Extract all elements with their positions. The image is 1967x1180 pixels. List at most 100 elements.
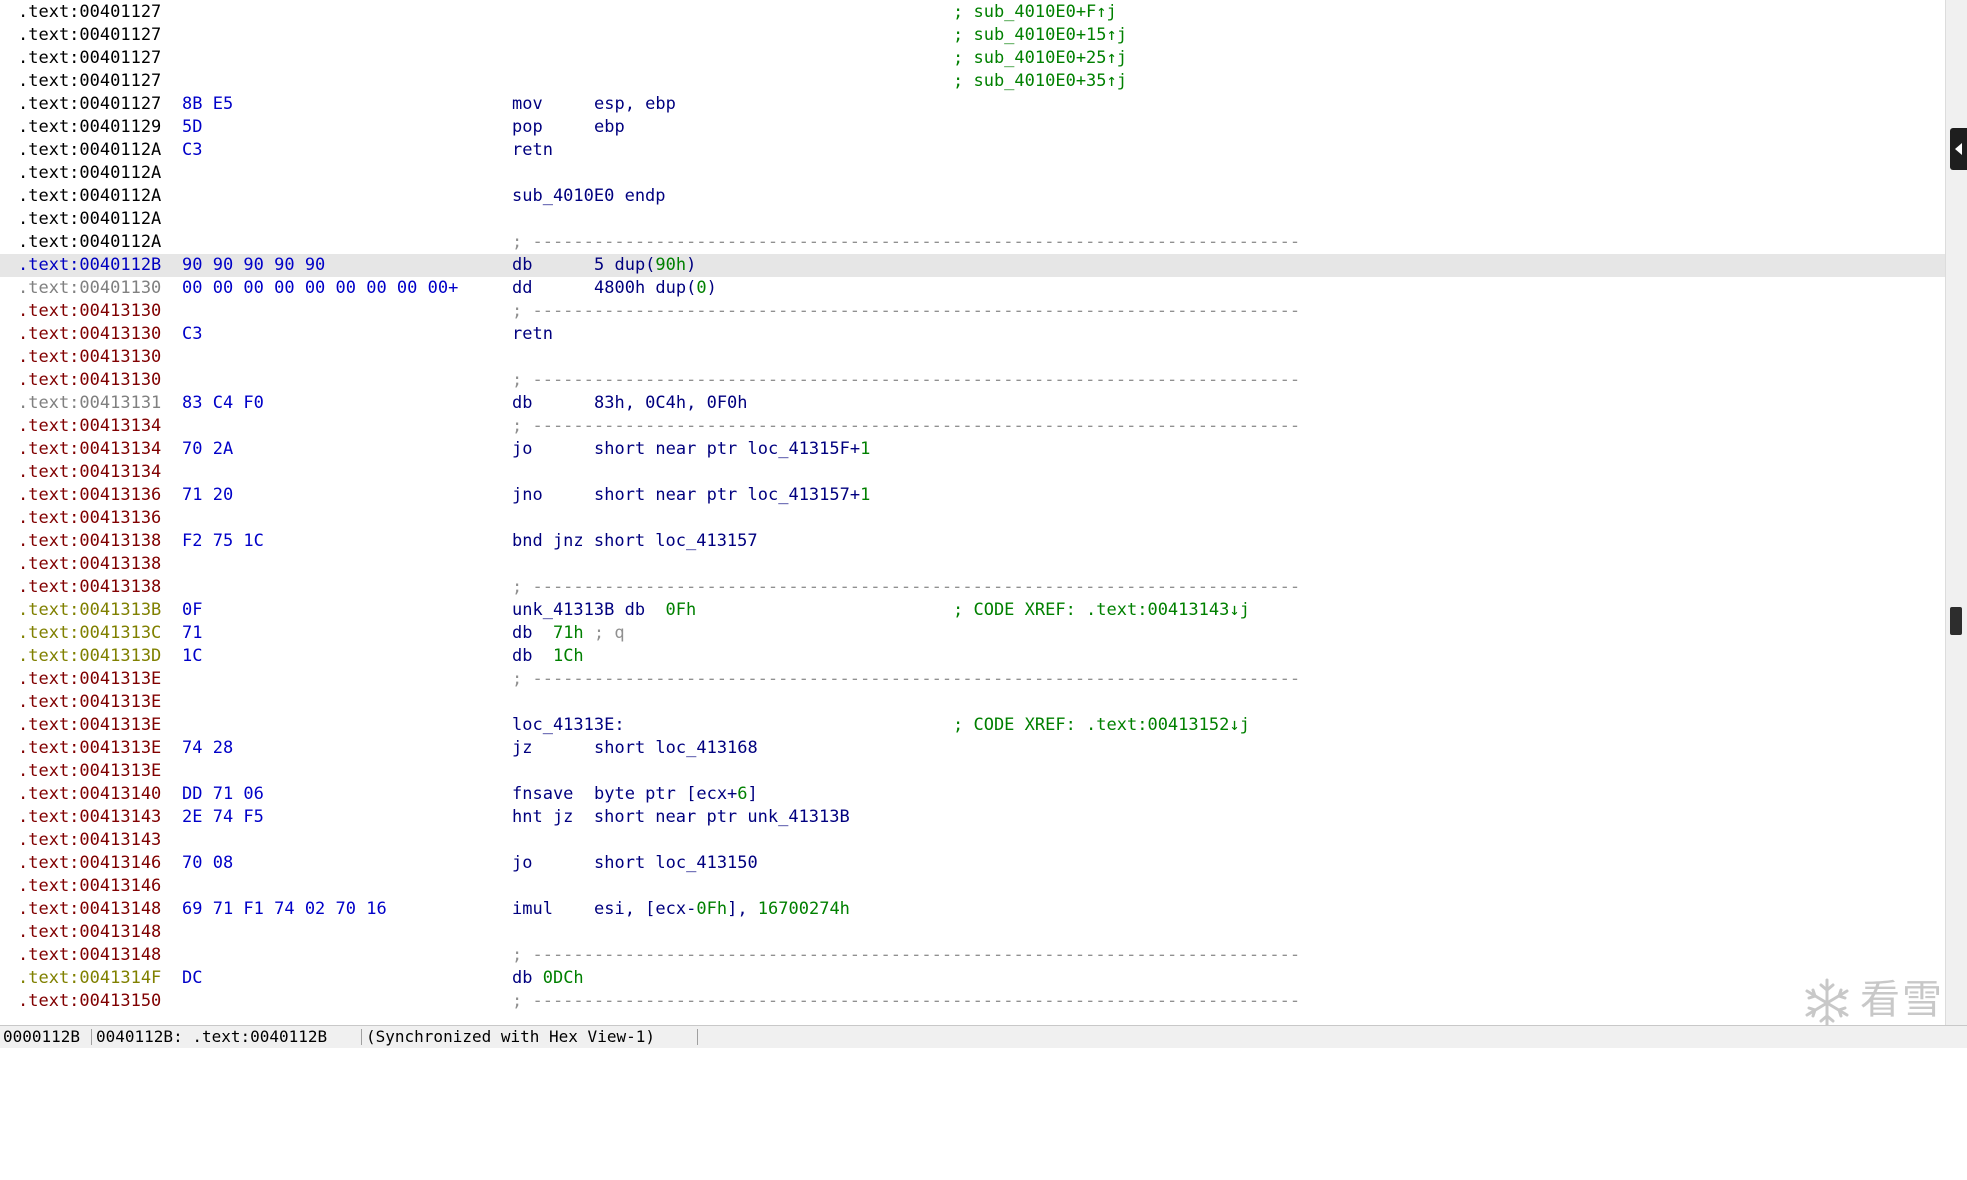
scrollbar-thumb[interactable] <box>1950 607 1962 635</box>
listing-line[interactable]: .text:0041314F DC db 0DCh <box>0 967 1945 990</box>
separator-comment: ; --------------------------------------… <box>512 370 1301 390</box>
xref-comment: ; sub_4010E0+F↑j <box>953 2 1117 22</box>
instruction: db 1Ch <box>512 645 584 668</box>
listing-line[interactable]: .text:00413148 <box>0 921 1945 944</box>
collapse-panel-icon[interactable] <box>1950 128 1967 170</box>
xref-comment: ; sub_4010E0+15↑j <box>953 25 1127 45</box>
line-address: .text:0040112A <box>18 163 162 183</box>
listing-line[interactable]: .text:00413131 83 C4 F0 db 83h, 0C4h, 0F0h <box>0 392 1945 415</box>
line-address: .text:0040112A <box>18 209 162 229</box>
mnemonic: imul <box>512 899 553 919</box>
line-address: .text:00413136 <box>18 508 162 528</box>
instruction: db 83h, 0C4h, 0F0h <box>512 392 748 415</box>
status-offset: 0000112B <box>3 1027 81 1046</box>
listing-line[interactable]: .text:00413143 <box>0 829 1945 852</box>
listing-line[interactable]: .text:00413130 <box>0 346 1945 369</box>
listing-line[interactable]: .text:00413148 ; ------------------------… <box>0 944 1945 967</box>
listing-line[interactable]: .text:00413136 71 20 jno short near ptr loc… <box>0 484 1945 507</box>
listing-line[interactable]: .text:0041313E ; ------------------------… <box>0 668 1945 691</box>
listing-line[interactable]: .text:00401130 00 00 00 00 00 00 00 00 00… <box>0 277 1945 300</box>
line-address: .text:00413131 <box>18 393 162 413</box>
instruction: jno short near ptr loc_413157+1 <box>512 484 870 507</box>
listing-line[interactable]: .text:00413136 <box>0 507 1945 530</box>
line-address: .text:00413130 <box>18 370 162 390</box>
instruction-text: loc_41313E: <box>512 715 625 735</box>
instruction: jo short near ptr loc_41315F+1 <box>512 438 870 461</box>
line-address: .text:00413130 <box>18 324 162 344</box>
listing-line[interactable]: .text:00413130 ; ------------------------… <box>0 300 1945 323</box>
listing-line[interactable]: .text:00413146 70 08 jo short loc_413150 <box>0 852 1945 875</box>
listing-line[interactable]: .text:0041313B 0F unk_41313B db 0Fh ; CODE … <box>0 599 1945 622</box>
listing-line[interactable]: .text:00413146 <box>0 875 1945 898</box>
listing-line[interactable]: .text:00413138 ; ------------------------… <box>0 576 1945 599</box>
listing-line[interactable]: .text:0041313E 74 28 jz short loc_413168 <box>0 737 1945 760</box>
listing-line[interactable]: .text:00401127 ; sub_4010E0+25↑j <box>0 47 1945 70</box>
listing-line[interactable]: .text:0040112A <box>0 208 1945 231</box>
mnemonic: db <box>512 255 533 275</box>
listing-line[interactable]: .text:00413134 ; ------------------------… <box>0 415 1945 438</box>
instruction: fnsave byte ptr [ecx+6] <box>512 783 758 806</box>
mnemonic: jo <box>512 439 533 459</box>
operands: short near ptr loc_41315F+ <box>594 439 861 459</box>
instruction: mov esp, ebp <box>512 93 676 116</box>
listing-line[interactable]: .text:00413138 <box>0 553 1945 576</box>
numeric-operand: 0Fh <box>665 600 697 620</box>
instruction: bnd jnz short loc_413157 <box>512 530 758 553</box>
listing-line[interactable]: .text:0041313E <box>0 760 1945 783</box>
numeric-operand: 1Ch <box>552 646 584 666</box>
line-address: .text:00413134 <box>18 462 162 482</box>
listing-line[interactable]: .text:0040112B 90 90 90 90 90 db 5 dup(90h) <box>0 254 1945 277</box>
listing-line[interactable]: .text:00413134 70 2A jo short near ptr loc_… <box>0 438 1945 461</box>
numeric-operand: 0 <box>696 278 707 298</box>
instruction: jz short loc_413168 <box>512 737 758 760</box>
listing-line[interactable]: .text:00401129 5D pop ebp <box>0 116 1945 139</box>
listing-line[interactable]: .text:0040112A C3 retn <box>0 139 1945 162</box>
snowflake-logo-icon <box>1805 978 1849 1028</box>
listing-line[interactable]: .text:00413138 F2 75 1C bnd jnz short loc_… <box>0 530 1945 553</box>
separator-comment: ; --------------------------------------… <box>512 301 1301 321</box>
operands: 4800h dup( <box>594 278 697 298</box>
instruction: retn <box>512 139 553 162</box>
line-address: .text:00401130 <box>18 278 162 298</box>
listing-line[interactable]: .text:0040112A <box>0 162 1945 185</box>
xref-comment: ; CODE XREF: .text:00413152↓j <box>953 715 1250 735</box>
opcode-bytes: 74 28 <box>182 738 234 758</box>
line-address: .text:00413146 <box>18 876 162 896</box>
line-address: .text:00413140 <box>18 784 162 804</box>
instruction: unk_41313B db 0Fh <box>512 599 696 622</box>
listing-line[interactable]: .text:00413140 DD 71 06 fnsave byte ptr [ec… <box>0 783 1945 806</box>
operands: short loc_413150 <box>594 853 758 873</box>
listing-line[interactable]: .text:00413150 ; ------------------------… <box>0 990 1945 1013</box>
listing-line[interactable]: .text:0041313C 71 db 71h ; q <box>0 622 1945 645</box>
listing-line[interactable]: .text:00401127 ; sub_4010E0+15↑j <box>0 24 1945 47</box>
instruction: db 5 dup(90h) <box>512 254 696 277</box>
listing-line[interactable]: .text:0041313E <box>0 691 1945 714</box>
opcode-bytes: 2E 74 F5 <box>182 807 264 827</box>
listing-line[interactable]: .text:0040112A ; ------------------------… <box>0 231 1945 254</box>
line-address: .text:00413134 <box>18 439 162 459</box>
listing-line[interactable]: .text:00401127 8B E5 mov esp, ebp <box>0 93 1945 116</box>
instruction-text: bnd jnz short loc_413157 <box>512 531 758 551</box>
listing-line[interactable]: .text:00401127 ; sub_4010E0+F↑j <box>0 1 1945 24</box>
listing-line[interactable]: .text:00413148 69 71 F1 74 02 70 16 imul es… <box>0 898 1945 921</box>
line-address: .text:0040112A <box>18 232 162 252</box>
listing-line[interactable]: .text:00413130 ; ------------------------… <box>0 369 1945 392</box>
instruction: pop ebp <box>512 116 625 139</box>
listing-line[interactable]: .text:0041313D 1C db 1Ch <box>0 645 1945 668</box>
mnemonic: jno <box>512 485 543 505</box>
line-address: .text:00401127 <box>18 71 162 91</box>
line-address: .text:00413146 <box>18 853 162 873</box>
listing-line[interactable]: .text:0040112A sub_4010E0 endp <box>0 185 1945 208</box>
disassembly-view[interactable]: .text:00401127; sub_4010E0+F↑j .text:0040… <box>0 0 1945 1025</box>
line-address: .text:00413138 <box>18 531 162 551</box>
listing-line[interactable]: .text:00413130 C3 retn <box>0 323 1945 346</box>
opcode-bytes: 0F <box>182 600 203 620</box>
listing-line[interactable]: .text:0041313E loc_41313E: ; CODE XREF: .t… <box>0 714 1945 737</box>
mnemonic: retn <box>512 140 553 160</box>
listing-line[interactable]: .text:00413134 <box>0 461 1945 484</box>
listing-line[interactable]: .text:00413143 2E 74 F5 hnt jz short near … <box>0 806 1945 829</box>
listing-line[interactable]: .text:00401127 ; sub_4010E0+35↑j <box>0 70 1945 93</box>
instruction: db 71h ; q <box>512 622 625 645</box>
opcode-bytes: 1C <box>182 646 203 666</box>
operands-tail: ] <box>747 784 758 804</box>
